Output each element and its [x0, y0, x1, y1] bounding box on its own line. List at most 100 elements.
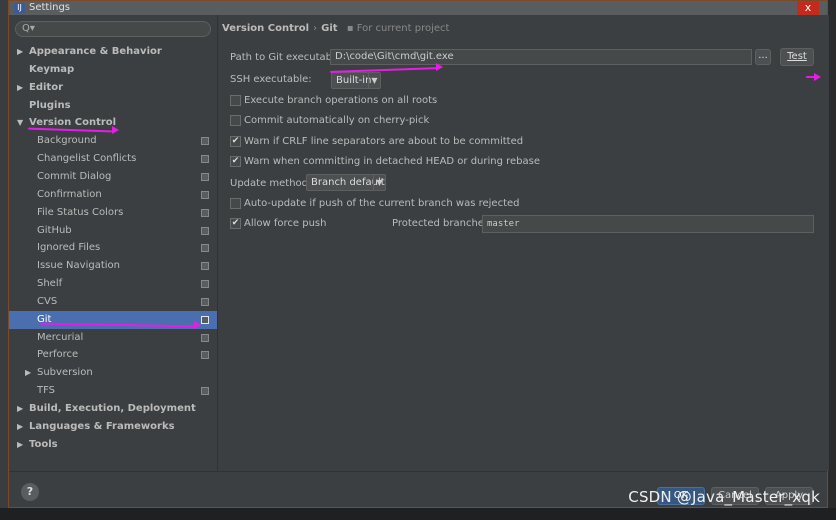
tree-item[interactable]: Background: [9, 132, 217, 150]
tree-item[interactable]: Commit Dialog: [9, 168, 217, 186]
project-settings-icon: [201, 137, 209, 146]
option-checkbox[interactable]: [230, 95, 241, 106]
tree-item-label: Keymap: [29, 63, 75, 75]
git-path-label: Path to Git executable:: [230, 52, 345, 63]
git-settings-panel: Version Control › Git ▪ For current projec…: [217, 15, 829, 471]
tree-item[interactable]: Mercurial: [9, 329, 217, 347]
option-label: Execute branch operations on all roots: [244, 95, 438, 106]
project-settings-icon: [201, 297, 209, 306]
tree-item-label: Appearance & Behavior: [29, 46, 162, 57]
tree-item-label: Subversion: [37, 367, 93, 379]
allow-force-push-checkbox[interactable]: ✔: [230, 218, 241, 229]
tree-item[interactable]: ▶ Build, Execution, Deployment: [9, 400, 217, 418]
chevron-down-icon: ▼: [368, 73, 380, 88]
collapsed-arrow-icon[interactable]: ▶: [17, 43, 23, 61]
tree-item-label: Ignored Files: [37, 242, 101, 254]
tree-item-label: TFS: [37, 385, 56, 397]
option-checkbox[interactable]: ✔: [230, 155, 241, 167]
help-icon[interactable]: ?: [21, 483, 39, 501]
tree-item[interactable]: Changelist Conflicts: [9, 150, 217, 168]
tree-item-label: Mercurial: [37, 331, 84, 343]
tree-item[interactable]: ▶ Languages & Frameworks: [9, 418, 217, 436]
option-checkbox[interactable]: ✔: [230, 135, 241, 147]
ssh-executable-value: Built-in: [336, 75, 372, 86]
browse-button[interactable]: ...: [755, 49, 771, 65]
annotation-arrowhead: [814, 73, 821, 81]
tree-item-label: Background: [37, 135, 97, 147]
close-button[interactable]: x: [797, 1, 819, 15]
project-settings-icon: [201, 333, 209, 342]
breadcrumb-separator: ›: [313, 23, 318, 34]
watermark: CSDN @Java_Master_xqk: [628, 488, 820, 506]
collapsed-arrow-icon[interactable]: ▶: [17, 436, 23, 454]
tree-item-label: Confirmation: [37, 188, 102, 200]
tree-item[interactable]: CVS: [9, 293, 217, 311]
tree-item[interactable]: TFS: [9, 382, 217, 400]
tree-item-label: Commit Dialog: [37, 170, 112, 182]
desktop-taskbar-strip: [0, 508, 836, 520]
tree-item[interactable]: Keymap: [9, 61, 217, 79]
intellij-app-icon: IJ: [14, 3, 25, 13]
tree-item[interactable]: Ignored Files: [9, 239, 217, 257]
project-settings-icon: [201, 190, 209, 199]
project-settings-icon: [201, 262, 209, 271]
project-scope-text: For current project: [356, 23, 450, 34]
project-scope-label: ▪ For current project: [346, 23, 450, 34]
tree-item-label: CVS: [37, 295, 58, 307]
test-button[interactable]: Test: [780, 48, 814, 66]
tree-item[interactable]: ▶ Subversion: [9, 364, 217, 382]
tree-item-label: Tools: [29, 438, 58, 450]
project-settings-icon: [201, 280, 209, 289]
tree-item-label: Perforce: [37, 349, 79, 361]
auto-update-checkbox[interactable]: [230, 198, 241, 209]
tree-item[interactable]: Shelf: [9, 275, 217, 293]
tree-item[interactable]: ▶ Appearance & Behavior: [9, 43, 217, 61]
project-settings-icon: [201, 244, 209, 253]
tree-item-label: Build, Execution, Deployment: [29, 403, 196, 414]
tree-item[interactable]: Confirmation: [9, 186, 217, 204]
tree-item[interactable]: ▶ Tools: [9, 436, 217, 454]
project-settings-icon: [201, 315, 209, 324]
expanded-arrow-icon[interactable]: ▼: [17, 114, 23, 132]
tree-item-label: Issue Navigation: [37, 260, 120, 272]
tree-item[interactable]: GitHub: [9, 222, 217, 240]
protected-branches-input[interactable]: master: [482, 215, 814, 233]
settings-window: IJ Settings x Q▾ ▶ Appearance & Behavior K…: [8, 0, 829, 508]
git-path-input[interactable]: D:\code\Git\cmd\git.exe: [330, 49, 752, 65]
tree-item[interactable]: Perforce: [9, 346, 217, 364]
collapsed-arrow-icon[interactable]: ▶: [17, 400, 23, 418]
project-settings-icon: [201, 387, 209, 396]
tree-item[interactable]: Plugins: [9, 97, 217, 115]
breadcrumb-parent[interactable]: Version Control: [222, 23, 309, 34]
breadcrumb: Version Control › Git ▪ For current projec…: [222, 23, 449, 34]
tree-item-label: File Status Colors: [37, 206, 124, 218]
ssh-executable-select[interactable]: Built-in ▼: [331, 72, 381, 89]
option-label: Warn if CRLF line separators are about t…: [244, 135, 524, 147]
tree-item-label: GitHub: [37, 224, 72, 236]
desktop-background: [0, 0, 8, 520]
settings-search-input[interactable]: Q▾: [15, 21, 211, 37]
update-method-select[interactable]: Branch default ▼: [306, 174, 386, 191]
tree-item[interactable]: ▶ Editor: [9, 79, 217, 97]
project-settings-icon: [201, 226, 209, 235]
annotation-arrowhead: [194, 321, 201, 329]
collapsed-arrow-icon[interactable]: ▶: [17, 79, 23, 97]
tree-item-label: Shelf: [37, 278, 63, 290]
breadcrumb-current: Git: [321, 23, 338, 34]
option-label: Commit automatically on cherry-pick: [244, 115, 430, 127]
update-method-label: Update method:: [230, 178, 312, 189]
tree-item[interactable]: File Status Colors: [9, 204, 217, 222]
option-checkbox[interactable]: [230, 115, 241, 127]
project-settings-icon: [201, 208, 209, 217]
tree-item-label: Changelist Conflicts: [37, 153, 137, 165]
title-bar: IJ Settings x: [9, 1, 827, 15]
project-settings-icon: [201, 155, 209, 164]
annotation-arrowhead: [436, 63, 443, 71]
tree-item-label: Plugins: [29, 99, 71, 111]
project-settings-icon: [201, 172, 209, 181]
tree-item-label: Languages & Frameworks: [29, 420, 175, 432]
allow-force-push-label: Allow force push: [244, 218, 327, 229]
collapsed-arrow-icon[interactable]: ▶: [17, 418, 23, 436]
tree-item[interactable]: Issue Navigation: [9, 257, 217, 275]
collapsed-arrow-icon[interactable]: ▶: [25, 364, 31, 382]
